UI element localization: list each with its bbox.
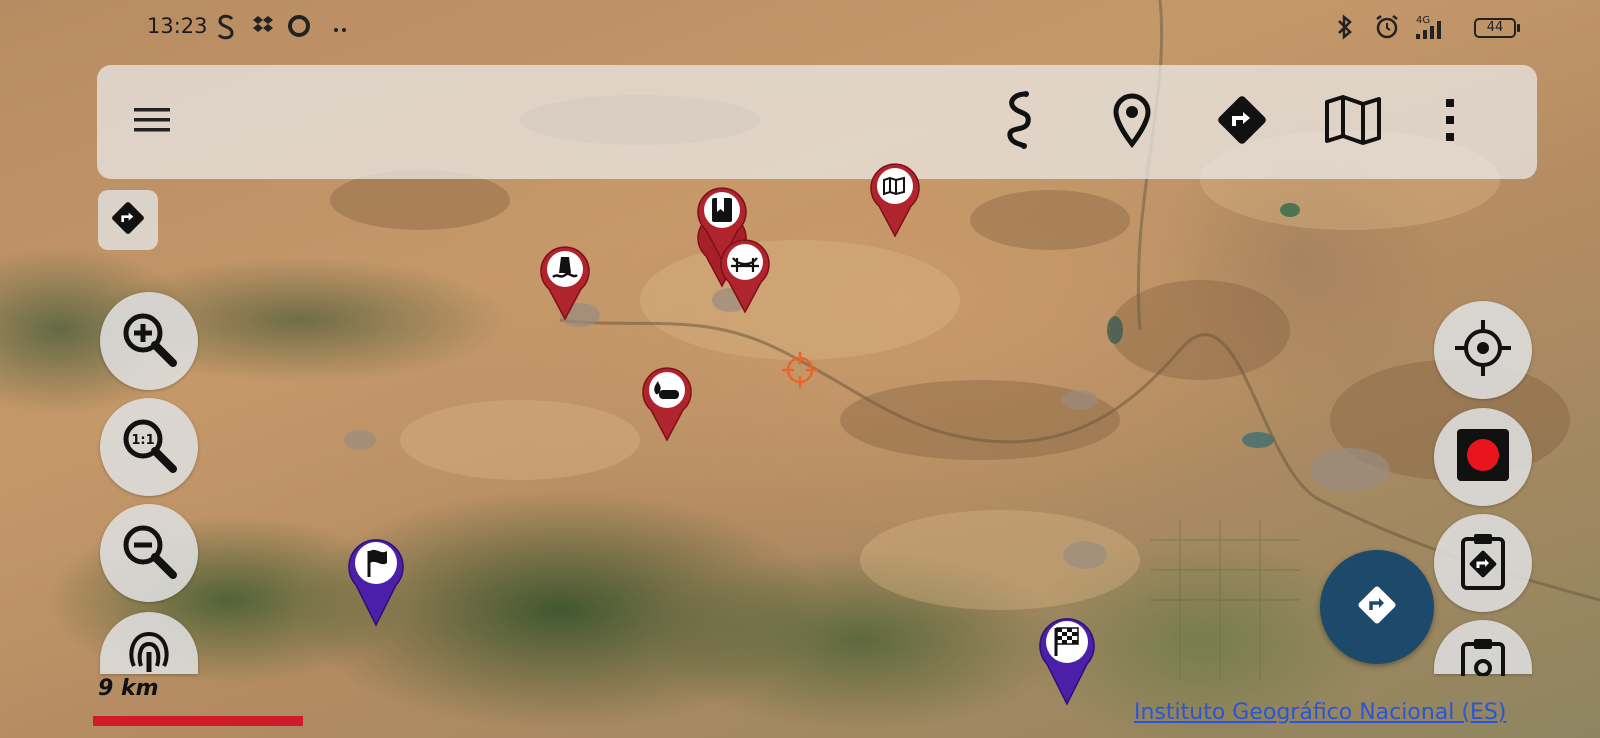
bluetooth-icon <box>1336 14 1354 44</box>
center-location-button[interactable] <box>1434 301 1532 399</box>
crosshair-icon <box>1453 318 1513 382</box>
alarm-icon <box>1374 14 1400 44</box>
more-dots-icon <box>333 20 349 39</box>
record-button[interactable] <box>1434 408 1532 506</box>
zoom-one-to-one-icon: 1:1 <box>118 414 180 480</box>
navigate-fab[interactable] <box>1320 550 1434 664</box>
map-icon[interactable] <box>1318 85 1388 155</box>
waypoint-icon[interactable] <box>1097 85 1167 155</box>
network-label: 4G <box>1416 15 1430 26</box>
fire-marker[interactable] <box>637 364 697 444</box>
scale-bar <box>93 716 303 726</box>
finish-flag-marker[interactable] <box>1034 612 1100 708</box>
svg-text:1:1: 1:1 <box>131 433 154 448</box>
hamburger-menu-icon[interactable] <box>117 85 187 155</box>
zoom-in-button[interactable] <box>100 292 198 390</box>
overflow-menu-icon[interactable] <box>1415 85 1485 155</box>
start-flag-marker[interactable] <box>343 533 409 629</box>
clipboard-route-icon <box>1460 531 1506 595</box>
signal-4g-icon: 4G <box>1412 12 1452 46</box>
route-shortcut-button[interactable] <box>98 190 158 250</box>
tracks-icon[interactable] <box>983 85 1053 155</box>
route-icon[interactable] <box>1207 85 1277 155</box>
s-icon <box>217 14 235 44</box>
zoom-out-icon <box>118 520 180 586</box>
top-toolbar <box>97 65 1537 179</box>
zoom-one-to-one-button[interactable]: 1:1 <box>100 398 198 496</box>
factory-marker[interactable] <box>535 243 595 323</box>
clipboard-icon <box>1460 636 1506 686</box>
zoom-out-button[interactable] <box>100 504 198 602</box>
attribution-link[interactable]: Instituto Geográfico Nacional (ES) <box>1134 700 1506 725</box>
clipboard-route-button[interactable] <box>1434 514 1532 612</box>
map-marker[interactable] <box>865 160 925 240</box>
navigate-route-icon <box>1353 581 1401 633</box>
zoom-in-icon <box>118 308 180 374</box>
circle-icon <box>287 14 311 42</box>
status-bar: 13:23 4G 44 <box>0 0 1600 56</box>
scale-label: 9 km <box>98 676 159 701</box>
dropbox-icon <box>252 14 274 42</box>
battery-icon: 44 <box>1474 18 1520 38</box>
status-time: 13:23 <box>147 14 208 38</box>
route-small-icon <box>108 198 148 242</box>
bridge-marker[interactable] <box>715 236 775 316</box>
record-icon <box>1455 427 1511 487</box>
touch-gesture-icon <box>124 626 174 676</box>
